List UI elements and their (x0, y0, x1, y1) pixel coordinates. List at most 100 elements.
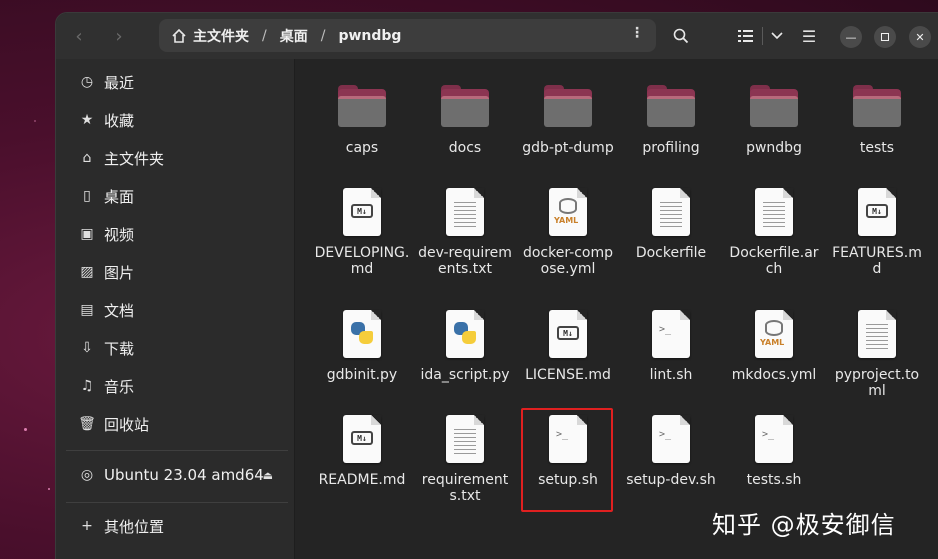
minimize-button[interactable]: — (840, 26, 862, 48)
file-name: tests.sh (746, 472, 802, 488)
path-menu-icon[interactable]: ⋮ (630, 25, 644, 41)
sidebar-item-videos[interactable]: ▣ 视频 (56, 216, 295, 252)
markdown-file-icon: M↓ (549, 310, 587, 358)
file-item[interactable]: >_ tests.sh (724, 415, 824, 488)
file-name: profiling (642, 140, 700, 156)
file-name: pyproject.toml (834, 367, 920, 399)
file-name: LICENSE.md (525, 367, 611, 383)
close-icon: ✕ (915, 30, 925, 44)
file-item[interactable]: M↓ LICENSE.md (518, 310, 618, 383)
file-name: README.md (318, 472, 406, 488)
main-menu-button[interactable]: ☰ (798, 22, 820, 50)
close-button[interactable]: ✕ (909, 26, 931, 48)
chevron-down-icon[interactable] (770, 32, 783, 40)
file-item[interactable]: profiling (621, 85, 721, 156)
shell-script-icon: >_ (755, 415, 793, 463)
sidebar-item-trash[interactable]: 🗑 回收站 (56, 406, 295, 442)
file-manager-window: ‹ › 主文件夹 / 桌面 / pwndbg ⋮ ☰ — ✕ ◷ 最近 ★ 收藏 ⌂… (55, 12, 938, 559)
search-button[interactable] (667, 22, 695, 50)
home-icon: ⌂ (82, 150, 92, 166)
maximize-icon (881, 33, 889, 41)
sidebar-item-documents[interactable]: ▤ 文档 (56, 292, 295, 328)
file-item[interactable]: dev-requirements.txt (415, 188, 515, 277)
film-icon: ▣ (80, 226, 94, 242)
yaml-file-icon: YAML (549, 188, 587, 236)
file-name: mkdocs.yml (731, 367, 817, 383)
file-name: dev-requirements.txt (418, 245, 512, 277)
list-view-icon (737, 30, 753, 42)
file-item[interactable]: Dockerfile.arch (724, 188, 824, 277)
path-separator: / (320, 27, 326, 44)
sidebar-item-label: 音乐 (104, 377, 135, 396)
sidebar-item-label: 文档 (104, 301, 135, 320)
shell-script-icon: >_ (652, 415, 690, 463)
sidebar-item-downloads[interactable]: ⇩ 下载 (56, 330, 295, 366)
sidebar-item-home[interactable]: ⌂ 主文件夹 (56, 140, 295, 176)
text-file-icon (652, 188, 690, 236)
folder-icon (853, 85, 901, 129)
folder-icon (338, 85, 386, 129)
desktop-icon: ▯ (83, 188, 91, 204)
sidebar-divider (66, 450, 288, 451)
path-segment-current[interactable]: pwndbg (338, 28, 401, 44)
file-item[interactable]: Dockerfile (621, 188, 721, 261)
eject-icon[interactable]: ⏏ (263, 469, 273, 482)
divider (761, 27, 763, 45)
path-bar[interactable]: 主文件夹 / 桌面 / pwndbg ⋮ (159, 19, 656, 52)
file-item[interactable]: pwndbg (724, 85, 824, 156)
file-name: ida_script.py (420, 367, 510, 383)
python-file-icon (446, 310, 484, 358)
file-name: caps (345, 140, 379, 156)
sidebar-item-pictures[interactable]: ▨ 图片 (56, 254, 295, 290)
watermark: 知乎 @极安御信 (712, 511, 896, 539)
minimize-icon: — (845, 30, 857, 44)
sidebar-item-other-locations[interactable]: + 其他位置 (56, 508, 295, 544)
file-item[interactable]: M↓ FEATURES.md (827, 188, 927, 277)
sidebar-item-label: 桌面 (104, 187, 135, 206)
trash-icon: 🗑 (78, 416, 96, 432)
file-item[interactable]: caps (312, 85, 412, 156)
forward-button[interactable]: › (106, 22, 132, 50)
sidebar-divider (66, 502, 288, 503)
folder-icon (544, 85, 592, 129)
file-item[interactable]: >_ lint.sh (621, 310, 721, 383)
file-item[interactable]: M↓ DEVELOPING.md (312, 188, 412, 277)
file-item[interactable]: >_ setup-dev.sh (621, 415, 721, 488)
file-item[interactable]: ida_script.py (415, 310, 515, 383)
view-toggle-button[interactable] (730, 22, 790, 50)
file-item[interactable]: requirements.txt (415, 415, 515, 504)
shell-script-icon: >_ (652, 310, 690, 358)
plus-icon: + (81, 518, 93, 534)
chevron-left-icon: ‹ (75, 25, 83, 47)
file-item[interactable]: YAML docker-compose.yml (518, 188, 618, 277)
file-item[interactable]: gdbinit.py (312, 310, 412, 383)
search-icon (673, 28, 689, 44)
file-item[interactable]: gdb-pt-dump (518, 85, 618, 156)
sidebar-item-label: 回收站 (104, 415, 150, 434)
sidebar-item-label: 其他位置 (104, 517, 165, 536)
file-name: tests (859, 140, 895, 156)
download-icon: ⇩ (81, 340, 93, 356)
maximize-button[interactable] (874, 26, 896, 48)
sidebar-item-label: 收藏 (104, 111, 135, 130)
file-item[interactable]: tests (827, 85, 927, 156)
sidebar-item-label: 最近 (104, 73, 135, 92)
yaml-file-icon: YAML (755, 310, 793, 358)
file-item[interactable]: YAML mkdocs.yml (724, 310, 824, 383)
file-item[interactable]: pyproject.toml (827, 310, 927, 399)
path-home[interactable]: 主文件夹 (193, 26, 249, 46)
file-name: lint.sh (649, 367, 693, 383)
sidebar-item-desktop[interactable]: ▯ 桌面 (56, 178, 295, 214)
sidebar-item-label: 主文件夹 (104, 149, 165, 168)
back-button[interactable]: ‹ (66, 22, 92, 50)
file-item[interactable]: M↓ README.md (312, 415, 412, 488)
file-item[interactable]: docs (415, 85, 515, 156)
sidebar-item-recent[interactable]: ◷ 最近 (56, 64, 295, 100)
folder-icon (750, 85, 798, 129)
sidebar-item-music[interactable]: ♫ 音乐 (56, 368, 295, 404)
sidebar-item-starred[interactable]: ★ 收藏 (56, 102, 295, 138)
file-name: docs (448, 140, 482, 156)
path-segment-desktop[interactable]: 桌面 (280, 26, 308, 46)
hamburger-icon: ☰ (801, 26, 817, 46)
sidebar-item-device[interactable]: ◎ Ubuntu 23.04 amd64 ⏏ (56, 457, 295, 493)
